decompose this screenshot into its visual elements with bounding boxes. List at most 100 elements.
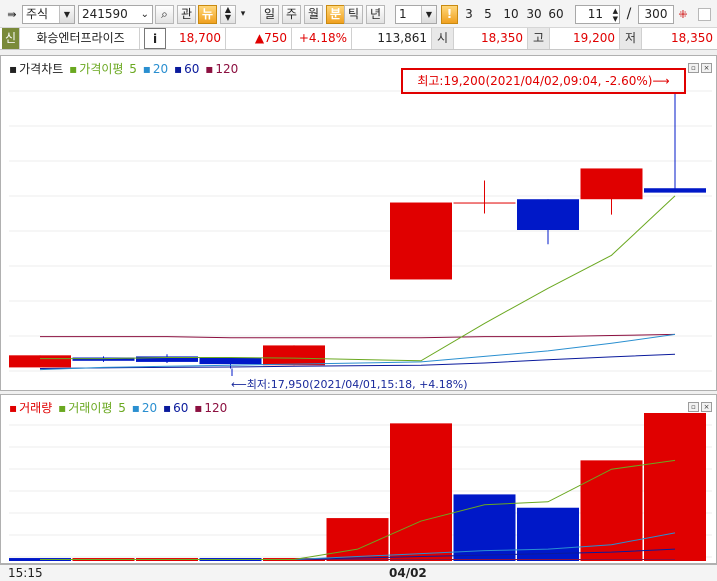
price-panel-controls: ▫ × [686,59,712,73]
legend-ma-marker-icon: ▪ [58,401,67,415]
search-icon[interactable]: ⌕ [155,5,174,24]
interval-indicator-icon[interactable]: ! [441,5,458,24]
close-icon[interactable]: × [701,63,712,73]
candle-body [263,345,325,366]
candle-body [453,202,516,204]
news-button[interactable]: 뉴 [198,5,217,24]
price-ma20-line [39,333,676,371]
price-change: ▲750 [226,28,292,49]
legend-ma120-marker-icon: ▪ [194,401,203,415]
maximize-icon[interactable]: ▫ [688,63,699,73]
price-chart-legend: ▪ 가격차트 ▪ 가격이평 5 ▪ 20 ▪ 60 ▪ 120 [9,60,240,77]
volume-chart-title: 거래량 [19,401,53,415]
low-price: 18,350 [671,31,713,45]
interval-60-button[interactable]: 60 [545,5,567,24]
time-axis-start-label: 15:15 [8,566,43,580]
open-label: 시 [432,28,454,49]
price-ma20-label: 20 [152,62,169,76]
volume-chart-legend: ▪ 거래량 ▪ 거래이평 5 ▪ 20 ▪ 60 ▪ 120 [9,399,229,416]
period-month-button[interactable]: 월 [304,5,323,24]
price-chart-title: 가격차트 [19,62,64,76]
price-chart-svg [9,90,712,376]
high-annotation: 최고:19,200(2021/04/02,09:04, -2.60%)⟶ [401,68,686,94]
price-ma120-label: 120 [215,62,239,76]
volume-chart-svg [9,413,712,561]
time-axis: 15:15 04/02 [0,564,717,581]
chevron-down-icon[interactable]: ▾ [238,5,248,24]
candle-body [390,202,452,280]
time-axis-date-label: 04/02 [389,566,427,580]
legend-ma120-marker-icon: ▪ [205,62,214,76]
low-annotation: ⟵최저:17,950(2021/04/01,15:18, +4.18%) [231,378,468,391]
low-label: 저 [620,28,642,49]
candle-body [199,357,262,365]
interval-select-value: 1 [399,7,407,21]
up-down-spinner-icon[interactable]: ▲ ▼ [220,5,236,24]
interval-30-button[interactable]: 30 [523,5,545,24]
candle-body [580,168,643,200]
total-count-value: 300 [644,7,668,21]
watch-button[interactable]: 관 [177,5,196,24]
period-week-button[interactable]: 주 [282,5,301,24]
period-day-button[interactable]: 일 [260,5,279,24]
arrow-in-icon[interactable]: ⇛ [3,5,21,24]
price-chart-panel: ▪ 가격차트 ▪ 가격이평 5 ▪ 20 ▪ 60 ▪ 120 ▫ × 최고:19,200(… [0,55,717,391]
interval-select[interactable]: 1 ▼ [395,5,437,24]
legend-marker-icon: ▪ [9,62,18,76]
volume-panel-controls: ▫ × [686,398,712,412]
volume-bar [390,423,452,561]
chevron-down-icon[interactable]: ▼ [421,6,436,23]
volume-ma5-label: 5 [118,401,126,415]
legend-marker-icon: ▪ [9,401,18,415]
interval-10-button[interactable]: 10 [500,5,522,24]
legend-ma60-marker-icon: ▪ [174,62,183,76]
legend-ma20-marker-icon: ▪ [131,401,140,415]
chevron-down-icon[interactable]: ▼ [59,6,74,23]
period-tick-button[interactable]: 틱 [344,5,363,24]
price-ma-label: 가격이평 [79,62,124,76]
info-button[interactable]: i [144,28,166,49]
volume-ma120-label: 120 [204,401,228,415]
trade-volume: 113,861 [352,28,432,49]
stock-info-bar: 신 화승엔터프라이즈 i 18,700 ▲750 +4.18% 113,861 … [0,28,717,50]
up-down-spinner-icon[interactable]: ▲ ▼ [613,7,618,23]
current-price: 18,700 [168,28,226,49]
open-price: 18,350 [454,28,528,49]
market-select-value: 주식 [26,7,49,21]
legend-ma20-marker-icon: ▪ [142,62,151,76]
candle-body [644,188,706,193]
high-price: 19,200 [550,28,620,49]
market-select[interactable]: 주식 ▼ [22,5,75,24]
legend-ma60-marker-icon: ▪ [162,401,172,415]
settings-grid-icon[interactable]: ⁜ [676,5,690,24]
change-rate: +4.18% [292,28,352,49]
total-count-input[interactable]: 300 [638,5,674,24]
candle-body [9,355,71,368]
candle-body [517,199,579,230]
volume-bar [644,413,706,561]
interval-3-button[interactable]: 3 [461,5,477,24]
stock-code-input[interactable]: 241590 ⌄ [78,5,153,24]
stock-code-value: 241590 [82,7,128,21]
chart-toolbar: ⇛ 주식 ▼ 241590 ⌄ ⌕ 관 뉴 ▲ ▼ ▾ 일 주 월 분 틱 년 1… [0,0,717,28]
volume-ma-label: 거래이평 [68,401,113,415]
high-label: 고 [528,28,550,49]
display-count-value: 11 [587,7,603,21]
option-checkbox[interactable] [698,8,711,21]
volume-ma60-label: 60 [173,401,189,415]
legend-ma-marker-icon: ▪ [69,62,78,76]
close-icon[interactable]: × [701,402,712,412]
stock-name: 화승엔터프라이즈 [22,28,140,49]
maximize-icon[interactable]: ▫ [688,402,699,412]
interval-5-button[interactable]: 5 [480,5,496,24]
volume-chart-panel: ▪ 거래량 ▪ 거래이평 5 ▪ 20 ▪ 60 ▪ 120 ▫ × [0,394,717,564]
price-ma5-label: 5 [129,62,137,76]
period-minute-button[interactable]: 분 [326,5,345,24]
display-count-input[interactable]: 11 ▲ ▼ [575,5,620,24]
new-badge: 신 [2,28,20,49]
price-ma60-label: 60 [184,62,200,76]
period-year-button[interactable]: 년 [366,5,385,24]
count-separator: / [626,6,632,22]
volume-ma20-label: 20 [141,401,158,415]
chevron-down-icon[interactable]: ⌄ [141,6,149,23]
